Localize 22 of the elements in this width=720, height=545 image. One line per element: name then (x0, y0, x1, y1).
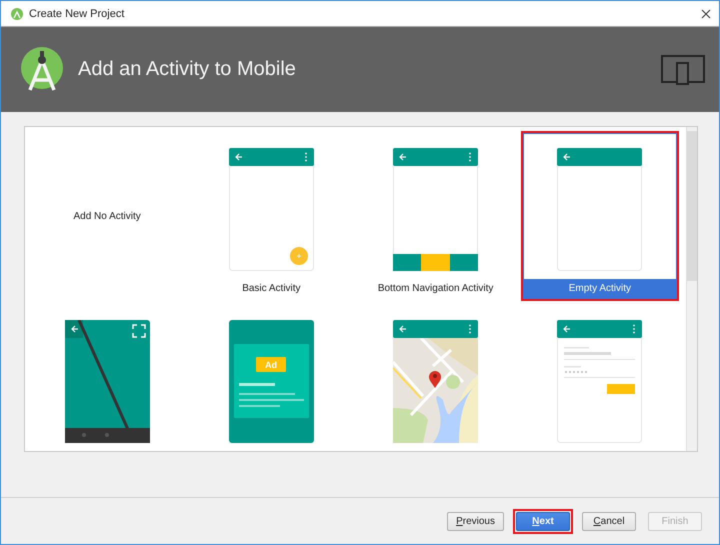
compass-logo-icon (20, 46, 64, 94)
template-tile[interactable]: Empty Activity (520, 131, 679, 301)
scrollbar-thumb[interactable] (687, 131, 697, 281)
dialog-button[interactable]: Cancel (582, 512, 636, 530)
window-title: Create New Project (29, 8, 126, 20)
android-head-icon (11, 8, 23, 20)
scrollbar[interactable] (686, 127, 697, 451)
phone-screen-drawing[interactable] (228, 148, 314, 271)
page-title: Add an Activity to Mobile (78, 58, 297, 81)
device-icon (661, 54, 705, 84)
template-label[interactable]: Add No Activity (73, 210, 141, 222)
template-label[interactable]: Basic Activity (195, 279, 348, 298)
dialog-button[interactable]: Previous (447, 512, 504, 530)
phone-screen-drawing[interactable] (393, 148, 478, 271)
login-form-drawing[interactable] (557, 320, 642, 443)
map-phone-drawing[interactable] (393, 320, 478, 443)
close-icon[interactable] (701, 8, 711, 18)
template-label[interactable]: Bottom Navigation Activity (360, 279, 512, 298)
fullscreen-phone-drawing[interactable] (64, 320, 150, 443)
template-label[interactable]: Empty Activity (524, 279, 676, 298)
dialog-button[interactable]: Next (516, 512, 570, 530)
phone-screen-drawing[interactable] (557, 148, 642, 271)
